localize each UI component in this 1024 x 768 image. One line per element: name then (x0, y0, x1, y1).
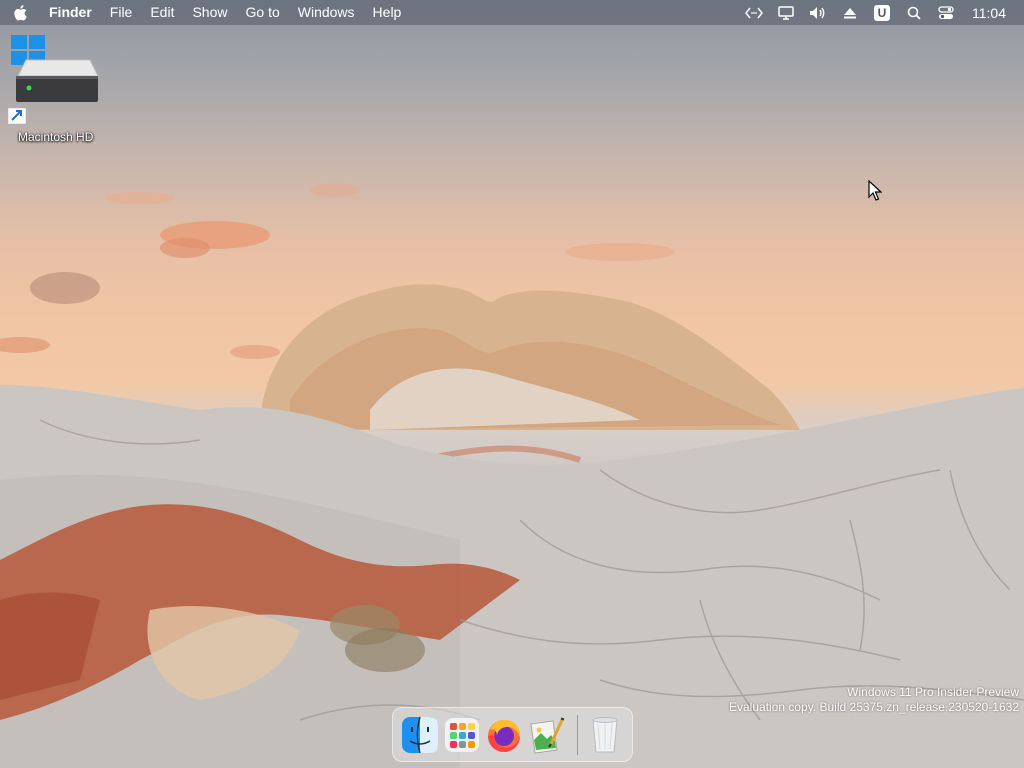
menu-clock[interactable]: 11:04 (962, 5, 1006, 21)
dock-firefox[interactable] (483, 714, 525, 756)
menu-bar: Finder File Edit Show Go to Windows Help… (0, 0, 1024, 25)
u-badge-letter: U (874, 4, 890, 21)
dock-separator (577, 714, 578, 755)
dock-finder[interactable] (399, 714, 441, 756)
control-center-icon[interactable] (930, 0, 962, 25)
windows-evaluation-watermark: Windows 11 Pro Insider Preview Evaluatio… (729, 685, 1019, 715)
desktop-icon-macintosh-hd[interactable]: Macintosh HD (7, 32, 104, 152)
hard-drive-icon (7, 35, 99, 125)
mouse-cursor-icon (868, 180, 882, 201)
apple-menu-icon[interactable] (0, 0, 40, 25)
code-brackets-icon[interactable] (738, 0, 770, 25)
dock-launchpad[interactable] (441, 714, 483, 756)
menu-edit[interactable]: Edit (141, 0, 183, 25)
dock-trash[interactable] (584, 714, 626, 756)
menu-go-to[interactable]: Go to (237, 0, 289, 25)
watermark-line-2: Evaluation copy. Build 25375.zn_release.… (729, 700, 1019, 714)
menu-help[interactable]: Help (364, 0, 411, 25)
menu-app-finder[interactable]: Finder (40, 0, 101, 25)
desktop: Finder File Edit Show Go to Windows Help… (0, 0, 1024, 768)
volume-icon[interactable] (802, 0, 834, 25)
photo-editor-icon (530, 716, 565, 753)
trash-icon (592, 716, 618, 752)
dock (392, 707, 633, 762)
menu-file[interactable]: File (101, 0, 142, 25)
launchpad-icon (445, 717, 479, 752)
desktop-icon-label: Macintosh HD (18, 130, 94, 144)
eject-icon[interactable] (834, 0, 866, 25)
menu-windows[interactable]: Windows (289, 0, 364, 25)
search-icon[interactable] (898, 0, 930, 25)
menu-show[interactable]: Show (183, 0, 236, 25)
finder-icon (402, 716, 438, 753)
wallpaper-rocks (0, 284, 1024, 768)
display-icon[interactable] (770, 0, 802, 25)
dock-photo-editor[interactable] (525, 714, 567, 756)
u-badge-icon[interactable]: U (866, 0, 898, 25)
watermark-line-1: Windows 11 Pro Insider Preview (847, 685, 1019, 699)
firefox-icon (488, 719, 521, 752)
